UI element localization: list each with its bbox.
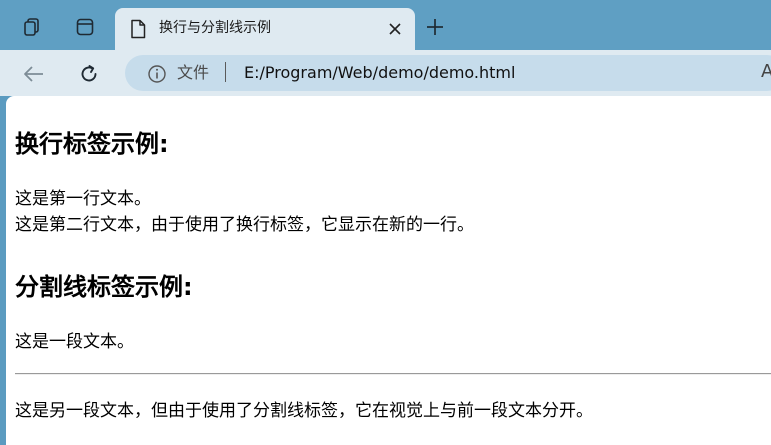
info-icon[interactable] [147,64,167,88]
new-tab-button[interactable] [420,12,450,42]
toolbar: 文件 E:/Program/Web/demo/demo.html A [0,50,771,96]
tab-actions-icon [76,18,94,36]
workspaces-button[interactable] [15,10,49,44]
address-url[interactable]: E:/Program/Web/demo/demo.html [244,63,515,83]
address-scheme-label: 文件 [177,63,210,82]
page-icon [130,19,146,43]
refresh-button[interactable] [73,58,105,90]
refresh-icon [81,65,97,82]
tab-actions-button[interactable] [68,10,102,44]
tab-active[interactable]: 换行与分割线示例 [115,8,415,50]
text-line-1: 这是第一行文本。 [15,189,151,209]
address-separator [225,62,226,82]
heading-line-break-example: 换行标签示例: [15,130,169,158]
plus-icon [427,19,443,35]
text-line-2: 这是第二行文本，由于使用了换行标签，它显示在新的一行。 [15,215,474,235]
address-bar[interactable]: 文件 E:/Program/Web/demo/demo.html A [125,55,771,91]
heading-divider-example: 分割线标签示例: [15,273,193,301]
paragraph-1: 这是一段文本。 [15,332,134,352]
paragraph-2: 这是另一段文本，但由于使用了分割线标签，它在视觉上与前一段文本分开。 [15,401,593,421]
back-button[interactable] [18,58,50,90]
horizontal-rule [15,373,771,375]
read-aloud-icon[interactable]: A [761,62,771,82]
workspaces-icon [24,18,39,36]
page-content: 换行标签示例: 这是第一行文本。 这是第二行文本，由于使用了换行标签，它显示在新… [6,96,771,445]
back-arrow-icon [24,66,43,82]
close-icon [389,23,401,35]
tab-strip: 换行与分割线示例 [0,0,771,50]
tab-close-button[interactable] [385,19,405,39]
tab-title: 换行与分割线示例 [159,20,271,36]
